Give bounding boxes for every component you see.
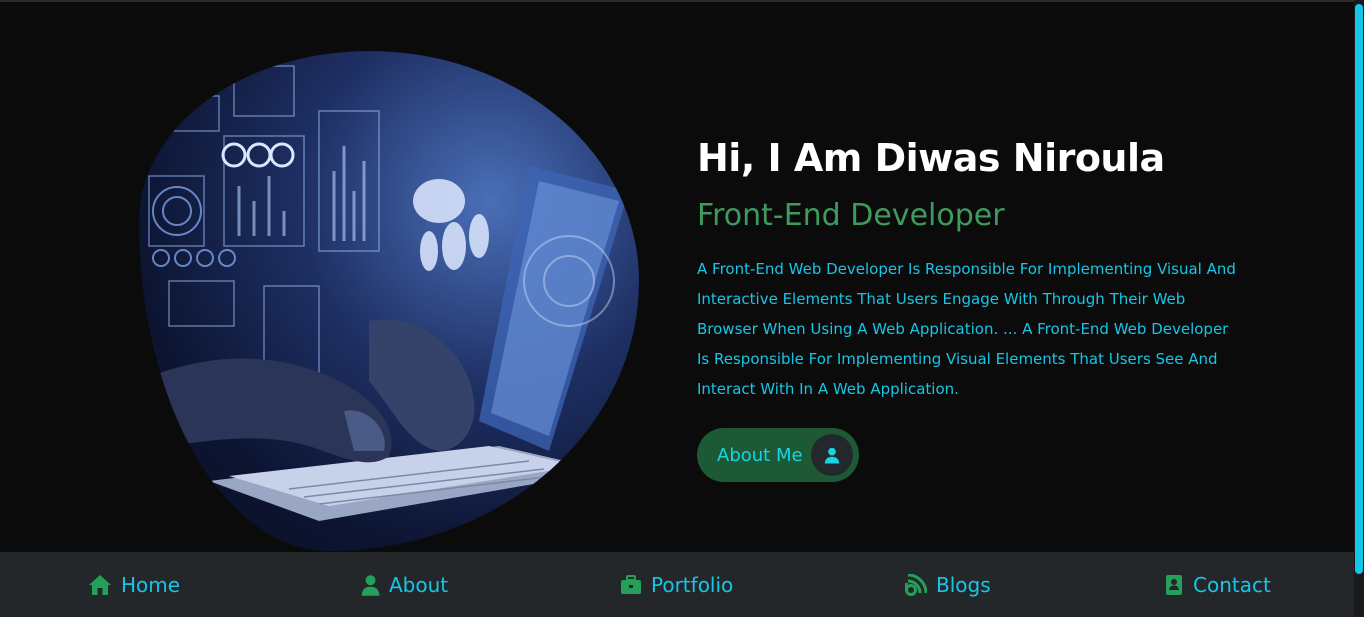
scrollbar-track[interactable] — [1354, 0, 1364, 617]
top-border — [0, 0, 1364, 2]
hero-image — [139, 51, 639, 551]
nav-label: Home — [121, 573, 181, 597]
nav-item-home[interactable]: Home — [88, 572, 180, 598]
about-me-button[interactable]: About Me — [697, 428, 859, 482]
nav-label: Contact — [1193, 573, 1271, 597]
nav-item-blogs[interactable]: Blogs — [905, 572, 991, 598]
nav-item-portfolio[interactable]: Portfolio — [620, 572, 733, 598]
scrollbar-thumb[interactable] — [1355, 4, 1363, 574]
bottom-navigation: Home About Portfolio Blogs Contact — [0, 552, 1354, 617]
page-title: Hi, I Am Diwas Niroula — [697, 136, 1165, 180]
blog-icon — [905, 574, 927, 596]
job-title: Front-End Developer — [697, 198, 1005, 233]
hero-intro: Hi, I Am Diwas Niroula Front-End Develop… — [697, 134, 1257, 404]
nav-label: Blogs — [936, 573, 991, 597]
user-icon — [361, 574, 380, 596]
nav-item-contact[interactable]: Contact — [1164, 572, 1271, 598]
nav-label: Portfolio — [651, 573, 734, 597]
nav-label: About — [389, 573, 449, 597]
about-me-button-label: About Me — [717, 444, 803, 466]
hero-description: A Front-End Web Developer Is Responsible… — [697, 260, 1236, 398]
home-icon — [88, 574, 112, 596]
laptop-illustration — [139, 65, 629, 521]
briefcase-icon — [620, 575, 642, 595]
address-book-icon — [1164, 574, 1184, 596]
nav-item-about[interactable]: About — [361, 572, 448, 598]
user-icon — [811, 434, 853, 476]
